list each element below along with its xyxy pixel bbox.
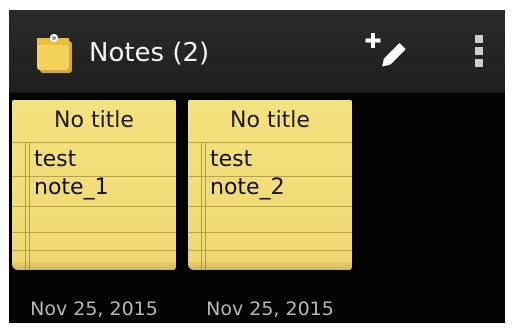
add-note-pencil-icon bbox=[363, 29, 407, 77]
note-date: Nov 25, 2015 bbox=[206, 298, 334, 320]
paper-rule bbox=[12, 250, 176, 251]
note-text-line: note_2 bbox=[210, 175, 285, 200]
paper-margin-line bbox=[25, 142, 26, 270]
note-paper: No title test note_1 bbox=[12, 100, 176, 270]
new-note-button[interactable] bbox=[359, 28, 411, 78]
note-card[interactable]: No title test note_1 Nov 25, 2015 bbox=[12, 100, 176, 320]
note-card[interactable]: No title test note_2 Nov 25, 2015 bbox=[188, 100, 352, 320]
note-date: Nov 25, 2015 bbox=[30, 298, 158, 320]
overflow-menu-button[interactable] bbox=[455, 28, 503, 78]
note-title: No title bbox=[54, 108, 134, 133]
paper-rule bbox=[188, 206, 352, 207]
screen: Notes (2) No title test note_1 Nov 25, 2… bbox=[9, 10, 505, 323]
vertical-dots-menu-icon bbox=[472, 31, 486, 75]
paper-margin-line bbox=[29, 142, 30, 270]
paper-margin-line bbox=[205, 142, 206, 270]
note-text-line: note_1 bbox=[34, 175, 109, 200]
note-paper: No title test note_2 bbox=[188, 100, 352, 270]
paper-rule bbox=[12, 142, 176, 143]
paper-rule bbox=[188, 250, 352, 251]
notes-grid: No title test note_1 Nov 25, 2015 No tit… bbox=[9, 93, 505, 323]
app-title: Notes (2) bbox=[89, 38, 210, 68]
paper-rule bbox=[12, 206, 176, 207]
paper-rule bbox=[188, 232, 352, 233]
note-title: No title bbox=[230, 108, 310, 133]
paper-margin-line bbox=[201, 142, 202, 270]
paper-rule bbox=[188, 142, 352, 143]
note-text-line: test bbox=[34, 147, 77, 172]
action-bar: Notes (2) bbox=[9, 10, 505, 93]
sticky-notes-app-icon[interactable] bbox=[34, 32, 78, 76]
paper-rule bbox=[12, 232, 176, 233]
note-text-line: test bbox=[210, 147, 253, 172]
